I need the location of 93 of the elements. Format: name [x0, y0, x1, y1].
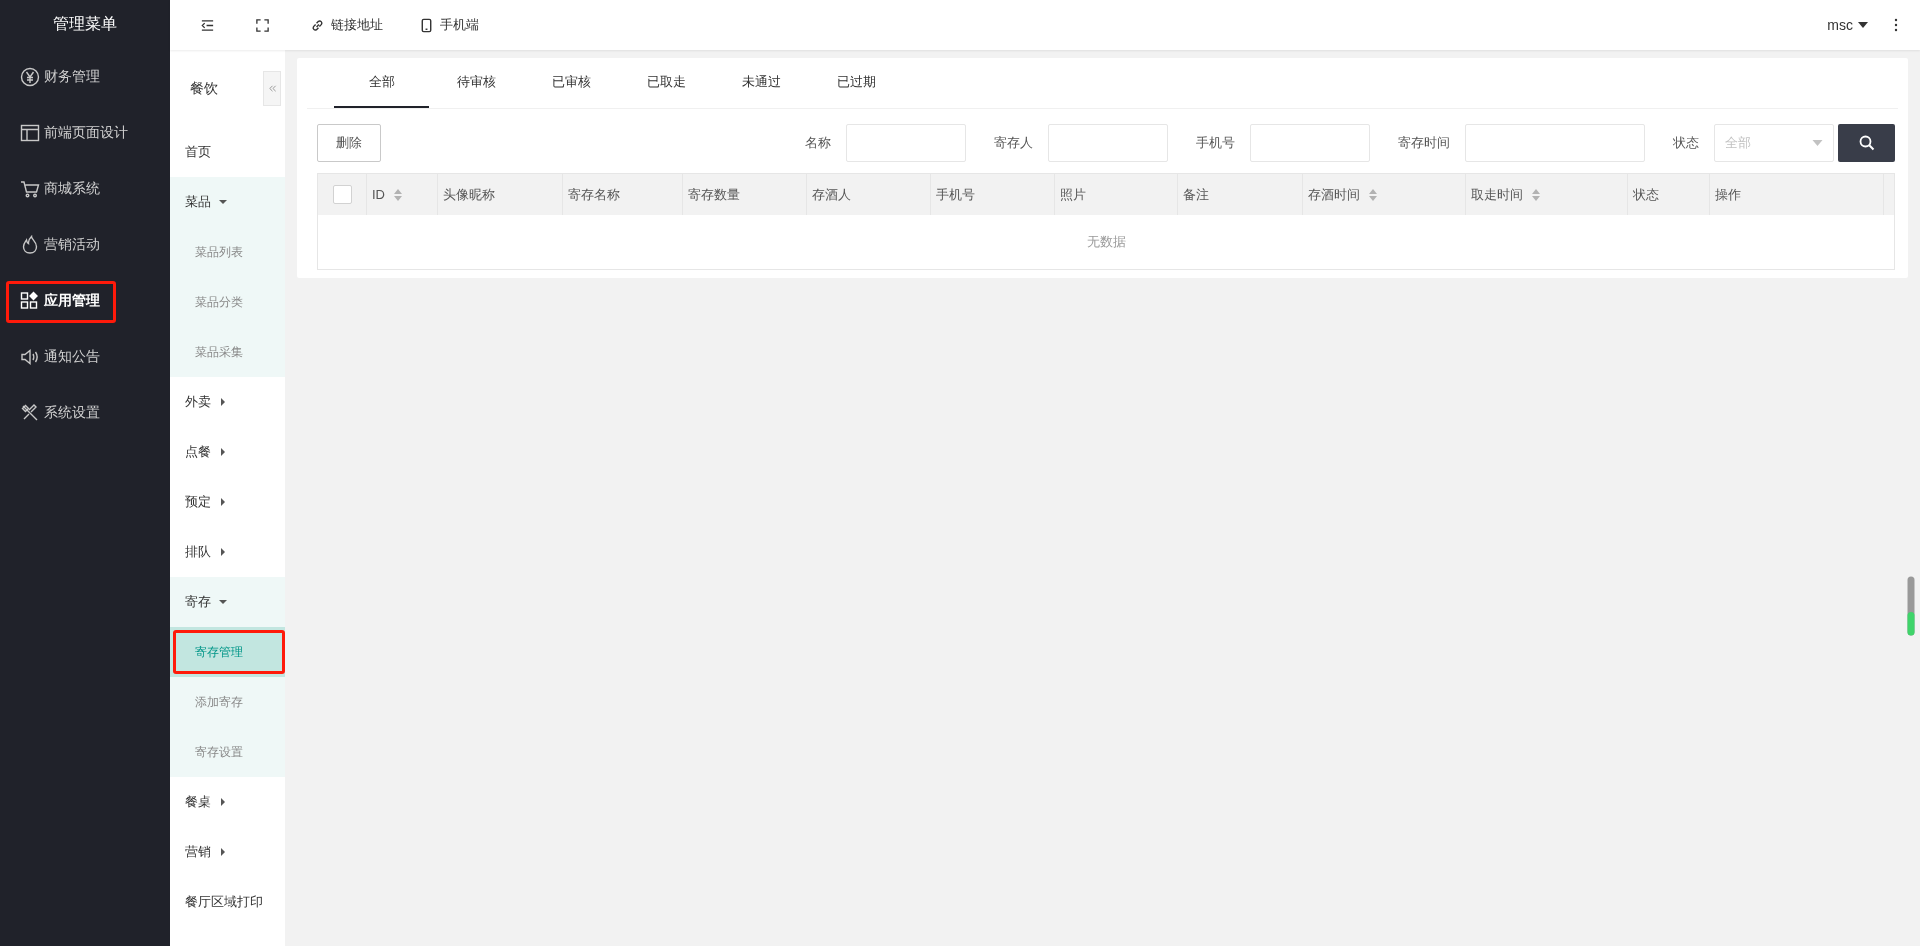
user-menu[interactable]: msc: [1827, 17, 1868, 33]
column-header: 状态: [1628, 174, 1710, 215]
menu-item[interactable]: 商城系统: [0, 161, 170, 217]
column-header[interactable]: 取走时间: [1466, 174, 1628, 215]
flame-icon: [20, 235, 40, 255]
menu-item[interactable]: 系统设置: [0, 385, 170, 441]
menu-item[interactable]: 财务管理: [0, 49, 170, 105]
delete-button[interactable]: 删除: [317, 124, 381, 162]
menu-item[interactable]: 外卖: [170, 377, 285, 427]
tab[interactable]: 未通过: [714, 58, 809, 108]
menu-item[interactable]: 排队: [170, 527, 285, 577]
window-icon: [20, 123, 40, 143]
collapse-menu-icon[interactable]: [200, 17, 215, 33]
caret-right-icon: [219, 398, 227, 406]
double-chevron-left-icon: [267, 84, 277, 93]
empty-message: 无数据: [1085, 233, 1127, 251]
caret-right-icon: [219, 798, 227, 806]
filter-input[interactable]: [1048, 124, 1168, 162]
menu-item[interactable]: 寄存: [170, 577, 285, 627]
top-link[interactable]: 链接地址: [310, 16, 383, 34]
filter-input[interactable]: [846, 124, 966, 162]
sort-icon: [1368, 188, 1378, 201]
column-header: 存酒人: [807, 174, 931, 215]
menu-item-label: 系统设置: [44, 404, 100, 422]
menu-item[interactable]: 首页: [170, 127, 285, 177]
menu-item[interactable]: 通知公告: [0, 329, 170, 385]
filter-input[interactable]: [1250, 124, 1370, 162]
caret-icon: [1858, 22, 1868, 28]
sidebar-title: 管理菜单: [52, 14, 118, 34]
caret-down-icon: [1812, 140, 1823, 146]
menu-item[interactable]: 营销: [170, 827, 285, 877]
caret-down-icon: [219, 198, 227, 206]
submenu-item[interactable]: 菜品采集: [170, 327, 285, 377]
top-link[interactable]: 手机端: [419, 16, 479, 34]
tab[interactable]: 已取走: [619, 58, 714, 108]
menu-item-label: 商城系统: [44, 180, 100, 198]
tab[interactable]: 已审核: [524, 58, 619, 108]
filter-input[interactable]: [1465, 124, 1645, 162]
menu-item-label: 通知公告: [44, 348, 100, 366]
apps-icon: [20, 291, 40, 311]
search-icon: [1858, 135, 1875, 151]
column-header: 照片: [1055, 174, 1178, 215]
section-title: 餐饮: [190, 79, 218, 98]
column-header: 操作: [1710, 174, 1884, 215]
submenu-item[interactable]: 菜品分类: [170, 277, 285, 327]
column-header: 备注: [1178, 174, 1303, 215]
column-header[interactable]: ID: [367, 174, 438, 215]
caret-right-icon: [219, 848, 227, 856]
tab[interactable]: 已过期: [809, 58, 904, 108]
menu-item[interactable]: 应用管理: [0, 273, 170, 329]
menu-item-label: 营销活动: [44, 236, 100, 254]
filter-label: 状态: [1673, 134, 1699, 152]
submenu-item[interactable]: 添加寄存: [170, 677, 285, 727]
column-header[interactable]: 存酒时间: [1303, 174, 1466, 215]
filter-label: 手机号: [1196, 134, 1235, 152]
caret-down-icon: [219, 598, 227, 606]
column-header: 手机号: [931, 174, 1055, 215]
filter-label: 寄存人: [994, 134, 1033, 152]
submenu-item[interactable]: 菜品列表: [170, 227, 285, 277]
search-button[interactable]: [1838, 124, 1895, 162]
fullscreen-icon[interactable]: [255, 17, 270, 33]
filter-label: 名称: [805, 134, 831, 152]
menu-item[interactable]: 预定: [170, 477, 285, 527]
select-all-checkbox[interactable]: [332, 185, 352, 204]
column-header: 寄存数量: [683, 174, 807, 215]
column-header: 头像昵称: [438, 174, 563, 215]
tools-icon: [20, 403, 40, 423]
tab[interactable]: 全部: [334, 58, 429, 108]
sort-icon: [393, 188, 403, 201]
menu-item[interactable]: 营销活动: [0, 217, 170, 273]
menu-item[interactable]: 餐桌: [170, 777, 285, 827]
menu-item-label: 应用管理: [44, 292, 100, 310]
menu-item-label: 财务管理: [44, 68, 100, 86]
menu-item[interactable]: 餐厅区域打印: [170, 877, 285, 927]
more-icon[interactable]: [1894, 18, 1898, 32]
sort-icon: [1531, 188, 1541, 201]
column-header: 寄存名称: [563, 174, 683, 215]
cart-icon: [20, 179, 40, 199]
yen-icon: [20, 67, 40, 87]
filter-label: 寄存时间: [1398, 134, 1450, 152]
level-indicator-drawing: [1907, 576, 1915, 636]
collapse-sidebar-button[interactable]: [263, 71, 281, 106]
caret-right-icon: [219, 448, 227, 456]
menu-item[interactable]: 菜品: [170, 177, 285, 227]
menu-item-label: 前端页面设计: [44, 124, 128, 142]
menu-item[interactable]: 点餐: [170, 427, 285, 477]
caret-right-icon: [219, 548, 227, 556]
link-icon: [310, 17, 325, 33]
menu-item[interactable]: 前端页面设计: [0, 105, 170, 161]
speaker-icon: [20, 347, 40, 367]
tablet-icon: [419, 17, 434, 33]
caret-right-icon: [219, 498, 227, 506]
tab[interactable]: 待审核: [429, 58, 524, 108]
